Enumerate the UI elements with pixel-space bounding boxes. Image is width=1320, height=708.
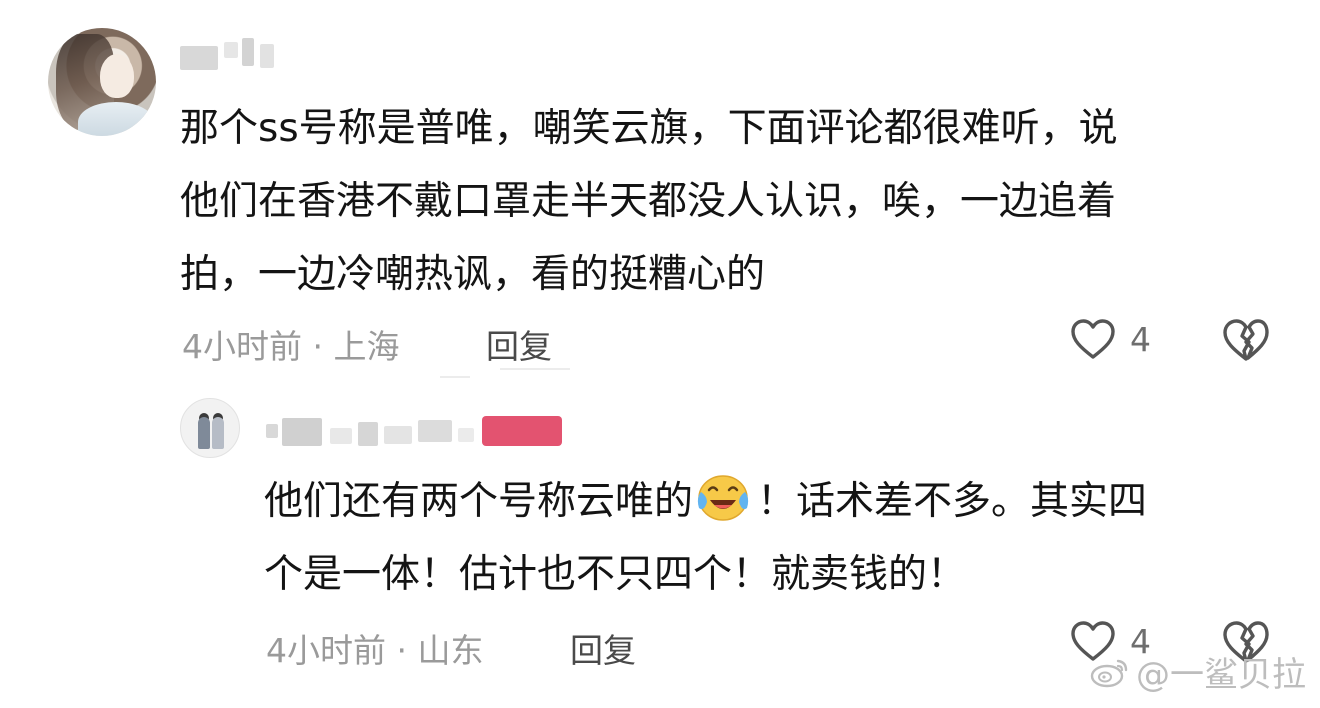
main-comment-like-count: 4 [1130, 319, 1151, 359]
weibo-watermark: @一鲨贝拉 [1090, 647, 1306, 696]
main-comment-line-3: 拍，一边冷嘲热讽，看的挺糟心的 [180, 252, 766, 297]
reply-comment-username-blurred[interactable] [262, 414, 582, 448]
watermark-text: @一鲨贝拉 [1136, 655, 1306, 695]
main-comment-like-button[interactable]: 4 [1070, 318, 1151, 360]
main-comment-avatar[interactable] [48, 28, 156, 136]
reply-comment-meta: 4小时前 · 山东 [266, 631, 484, 670]
broken-heart-icon[interactable] [1222, 318, 1270, 362]
reply-line1-part1: 他们还有两个号称云唯的 [264, 479, 694, 524]
main-comment-text: 那个ss号称是普唯，嘲笑云旗，下面评论都很难听，说 他们在香港不戴口罩走半天都没… [180, 92, 1118, 311]
reply-comment-avatar[interactable] [180, 398, 240, 458]
divider-artifact [440, 376, 470, 378]
reply-comment-text: 他们还有两个号称云唯的 ！话术差不多。其实四 个是一体！估计也不只四个！就卖钱的… [264, 465, 1147, 611]
heart-icon [1071, 319, 1115, 359]
main-comment-line-1: 那个ss号称是普唯，嘲笑云旗，下面评论都很难听，说 [180, 106, 1118, 151]
main-comment-line-2: 他们在香港不戴口罩走半天都没人认识，唉，一边追着 [180, 179, 1117, 224]
main-comment-reply-button[interactable]: 回复 [486, 320, 552, 368]
divider-artifact [500, 368, 570, 370]
avatar-robe [78, 102, 154, 136]
laughing-crying-emoji-icon [697, 475, 749, 521]
weibo-icon [1090, 659, 1128, 687]
main-comment-meta: 4小时前 · 上海 [182, 327, 400, 366]
avatar-face [100, 54, 134, 98]
reply-comment-line-2: 个是一体！估计也不只四个！就卖钱的！ [264, 552, 967, 597]
reply-comment-line-1: 他们还有两个号称云唯的 ！话术差不多。其实四 [264, 465, 1147, 538]
reply-comment-reply-button[interactable]: 回复 [570, 624, 636, 672]
main-comment-username-blurred[interactable] [180, 38, 290, 72]
reply-line1-part2: ！话术差不多。其实四 [757, 479, 1148, 524]
